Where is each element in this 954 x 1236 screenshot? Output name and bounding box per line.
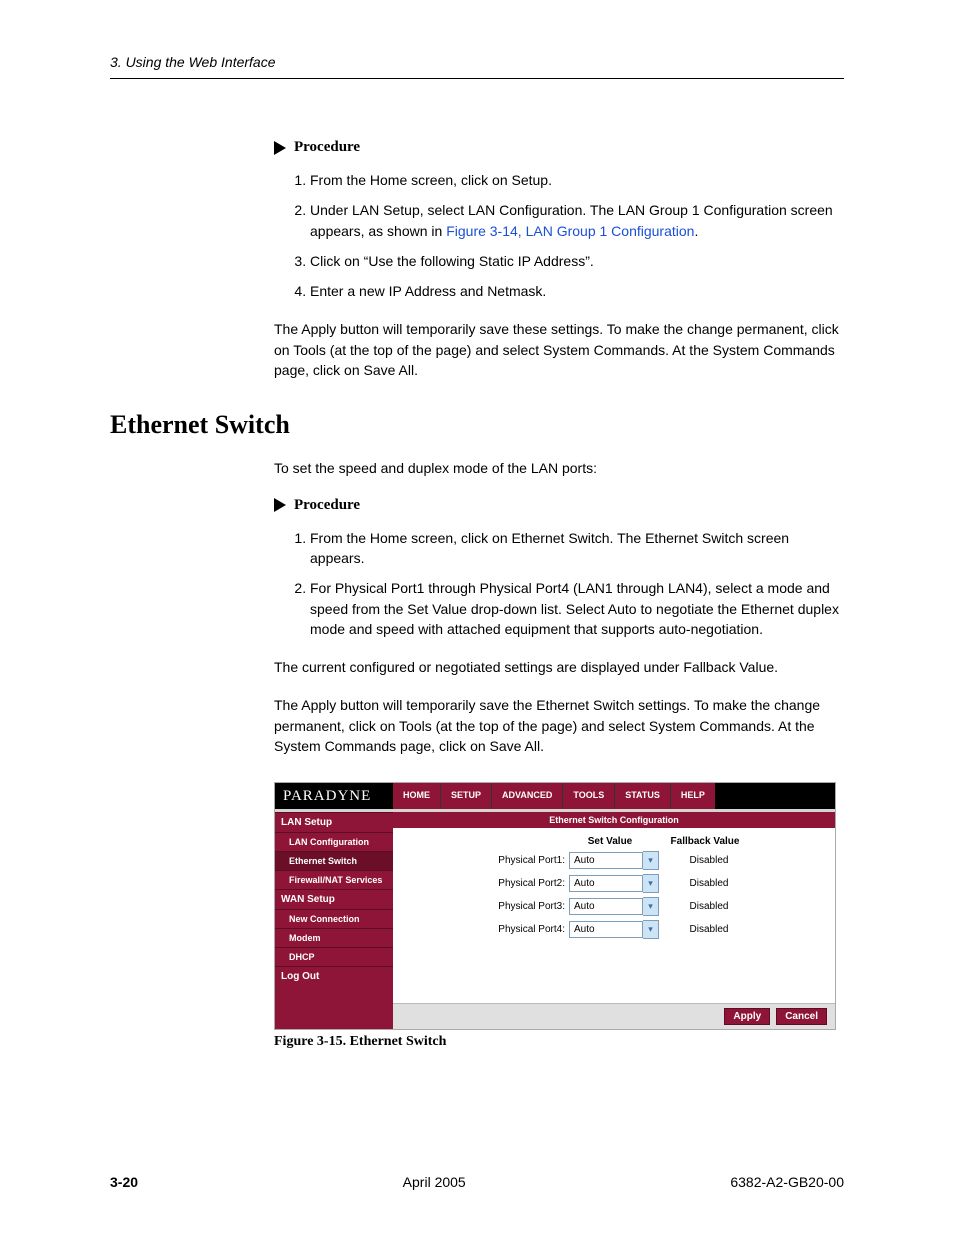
table-row: Physical Port4: Auto ▾ Disabled — [455, 920, 823, 939]
procedure-label: Procedure — [294, 497, 360, 514]
step: From the Home screen, click on Ethernet … — [310, 528, 844, 569]
table-row: Physical Port2: Auto ▾ Disabled — [455, 874, 823, 893]
play-icon — [274, 141, 286, 155]
action-bar: Apply Cancel — [393, 1003, 835, 1029]
sidebar-group-lan-setup[interactable]: LAN Setup — [275, 812, 393, 832]
panel-content: Set Value Fallback Value Physical Port1:… — [393, 828, 835, 1003]
sidebar: LAN Setup LAN Configuration Ethernet Swi… — [275, 809, 393, 1029]
procedure-steps: From the Home screen, click on Setup. Un… — [274, 170, 844, 301]
nav-status[interactable]: STATUS — [614, 783, 670, 809]
set-value-select[interactable]: Auto ▾ — [569, 851, 659, 870]
step: Enter a new IP Address and Netmask. — [310, 281, 844, 301]
select-value: Auto — [569, 852, 643, 869]
running-header: 3. Using the Web Interface — [110, 54, 844, 70]
sidebar-item-firewall-nat[interactable]: Firewall/NAT Services — [275, 870, 393, 889]
sidebar-group-wan-setup[interactable]: WAN Setup — [275, 889, 393, 909]
sidebar-log-out[interactable]: Log Out — [275, 966, 393, 986]
fallback-value: Disabled — [659, 901, 759, 912]
chevron-down-icon[interactable]: ▾ — [643, 851, 659, 870]
nav-setup[interactable]: SETUP — [440, 783, 491, 809]
top-bar: PARADYNE HOME SETUP ADVANCED TOOLS STATU… — [275, 783, 835, 809]
paragraph: The Apply button will temporarily save t… — [274, 695, 844, 756]
step: Click on “Use the following Static IP Ad… — [310, 251, 844, 271]
col-fallback-value: Fallback Value — [655, 836, 755, 847]
procedure-heading: Procedure — [274, 139, 844, 156]
main-panel: Ethernet Switch Configuration Set Value … — [393, 809, 835, 1029]
col-set-value: Set Value — [565, 836, 655, 847]
select-value: Auto — [569, 875, 643, 892]
step-text-tail: . — [694, 223, 698, 239]
table-row: Physical Port1: Auto ▾ Disabled — [455, 851, 823, 870]
chevron-down-icon[interactable]: ▾ — [643, 874, 659, 893]
select-value: Auto — [569, 898, 643, 915]
apply-button[interactable]: Apply — [724, 1008, 770, 1025]
nav-home[interactable]: HOME — [393, 783, 440, 809]
sidebar-item-dhcp[interactable]: DHCP — [275, 947, 393, 966]
panel-title: Ethernet Switch Configuration — [393, 812, 835, 828]
row-label: Physical Port3: — [455, 901, 569, 912]
sidebar-item-lan-config[interactable]: LAN Configuration — [275, 832, 393, 851]
step: For Physical Port1 through Physical Port… — [310, 578, 844, 639]
paragraph: To set the speed and duplex mode of the … — [274, 458, 844, 478]
row-label: Physical Port2: — [455, 878, 569, 889]
set-value-select[interactable]: Auto ▾ — [569, 897, 659, 916]
nav-help[interactable]: HELP — [670, 783, 715, 809]
logo: PARADYNE — [275, 783, 393, 809]
step: Under LAN Setup, select LAN Configuratio… — [310, 200, 844, 241]
header-rule — [110, 78, 844, 79]
section-heading: Ethernet Switch — [110, 410, 844, 440]
row-label: Physical Port1: — [455, 855, 569, 866]
row-label: Physical Port4: — [455, 924, 569, 935]
page-number: 3-20 — [110, 1174, 138, 1190]
paragraph: The Apply button will temporarily save t… — [274, 319, 844, 380]
sidebar-item-ethernet-switch[interactable]: Ethernet Switch — [275, 851, 393, 870]
cancel-button[interactable]: Cancel — [776, 1008, 827, 1025]
step: From the Home screen, click on Setup. — [310, 170, 844, 190]
procedure-steps: From the Home screen, click on Ethernet … — [274, 528, 844, 639]
sidebar-item-new-connection[interactable]: New Connection — [275, 909, 393, 928]
top-nav: HOME SETUP ADVANCED TOOLS STATUS HELP — [393, 783, 715, 809]
play-icon — [274, 498, 286, 512]
sidebar-item-modem[interactable]: Modem — [275, 928, 393, 947]
table-row: Physical Port3: Auto ▾ Disabled — [455, 897, 823, 916]
table-header-row: Set Value Fallback Value — [455, 836, 823, 847]
procedure-heading: Procedure — [274, 497, 844, 514]
chevron-down-icon[interactable]: ▾ — [643, 897, 659, 916]
set-value-select[interactable]: Auto ▾ — [569, 920, 659, 939]
fallback-value: Disabled — [659, 878, 759, 889]
figure-link[interactable]: Figure 3-14, LAN Group 1 Configuration — [446, 223, 694, 239]
select-value: Auto — [569, 921, 643, 938]
nav-tools[interactable]: TOOLS — [562, 783, 614, 809]
document-id: 6382-A2-GB20-00 — [730, 1174, 844, 1190]
figure-caption: Figure 3-15. Ethernet Switch — [274, 1034, 844, 1050]
embedded-screenshot: PARADYNE HOME SETUP ADVANCED TOOLS STATU… — [274, 782, 836, 1030]
config-table: Set Value Fallback Value Physical Port1:… — [455, 836, 823, 939]
footer-date: April 2005 — [403, 1174, 466, 1190]
nav-advanced[interactable]: ADVANCED — [491, 783, 562, 809]
set-value-select[interactable]: Auto ▾ — [569, 874, 659, 893]
chevron-down-icon[interactable]: ▾ — [643, 920, 659, 939]
fallback-value: Disabled — [659, 855, 759, 866]
fallback-value: Disabled — [659, 924, 759, 935]
paragraph: The current configured or negotiated set… — [274, 657, 844, 677]
page-footer: 3-20 April 2005 6382-A2-GB20-00 — [110, 1174, 844, 1190]
procedure-label: Procedure — [294, 139, 360, 156]
